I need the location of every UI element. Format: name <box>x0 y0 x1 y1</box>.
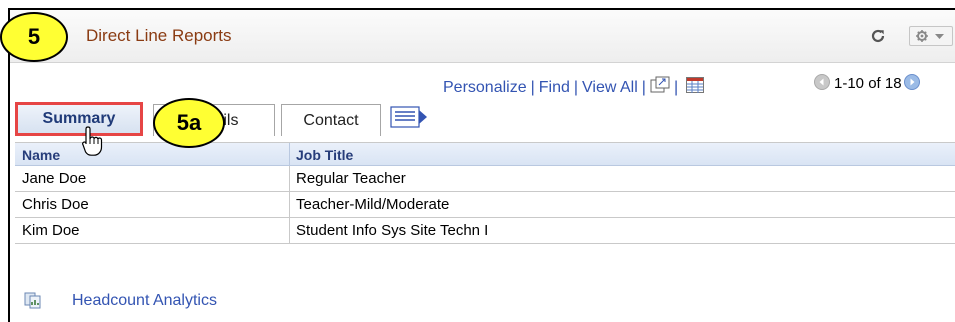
cell-job-title: Student Info Sys Site Techn I <box>296 222 489 239</box>
separator: | <box>641 79 646 96</box>
tab-summary[interactable]: Summary <box>15 102 143 136</box>
column-divider <box>289 192 290 217</box>
callout-step-5a: 5a <box>153 98 225 148</box>
show-all-columns-icon[interactable] <box>390 106 428 128</box>
cell-job-title: Teacher-Mild/Moderate <box>296 196 450 213</box>
pager-range: 1-10 of 18 <box>834 75 902 92</box>
cell-name: Kim Doe <box>22 222 80 239</box>
column-header-name[interactable]: Name <box>22 147 60 163</box>
next-page-icon[interactable] <box>903 74 920 90</box>
gear-icon <box>916 30 944 42</box>
view-all-link[interactable]: View All <box>582 79 638 96</box>
tab-contact[interactable]: Contact <box>281 104 381 136</box>
column-divider <box>289 143 290 165</box>
callout-step-5: 5 <box>0 12 68 62</box>
new-window-icon[interactable] <box>650 76 670 94</box>
table-row: Chris Doe Teacher-Mild/Moderate <box>15 192 955 218</box>
refresh-icon[interactable] <box>869 27 887 45</box>
table-row: Jane Doe Regular Teacher <box>15 166 955 192</box>
hand-cursor-icon <box>82 126 103 156</box>
separator: | <box>673 79 679 96</box>
separator: | <box>573 79 579 96</box>
chevron-down-icon <box>935 34 944 39</box>
pagelet-title: Direct Line Reports <box>86 26 232 45</box>
grid-toolbar-links: Personalize | Find | View All | | <box>443 76 705 97</box>
direct-reports-grid: Name Job Title Jane Doe Regular Teacher … <box>15 142 955 244</box>
grid-navigation: Personalize | Find | View All | | 1-10 of 18 <box>0 74 955 97</box>
headcount-analytics-link[interactable]: Headcount Analytics <box>72 292 217 310</box>
table-row: Kim Doe Student Info Sys Site Techn I <box>15 218 955 244</box>
column-header-job-title[interactable]: Job Title <box>296 147 353 163</box>
column-divider <box>289 166 290 191</box>
cell-job-title: Regular Teacher <box>296 170 406 187</box>
settings-menu-button[interactable] <box>909 26 953 46</box>
analytics-report-icon <box>24 292 41 309</box>
cell-name: Chris Doe <box>22 196 89 213</box>
personalize-link[interactable]: Personalize <box>443 79 527 96</box>
column-divider <box>289 218 290 243</box>
pagelet-header: Direct Line Reports <box>10 10 955 63</box>
find-link[interactable]: Find <box>539 79 570 96</box>
grid-header-row: Name Job Title <box>15 143 955 166</box>
separator: | <box>530 79 535 96</box>
download-grid-icon[interactable] <box>686 77 705 93</box>
previous-page-icon[interactable] <box>814 74 830 90</box>
pager: 1-10 of 18 <box>814 74 920 92</box>
cell-name: Jane Doe <box>22 170 87 187</box>
